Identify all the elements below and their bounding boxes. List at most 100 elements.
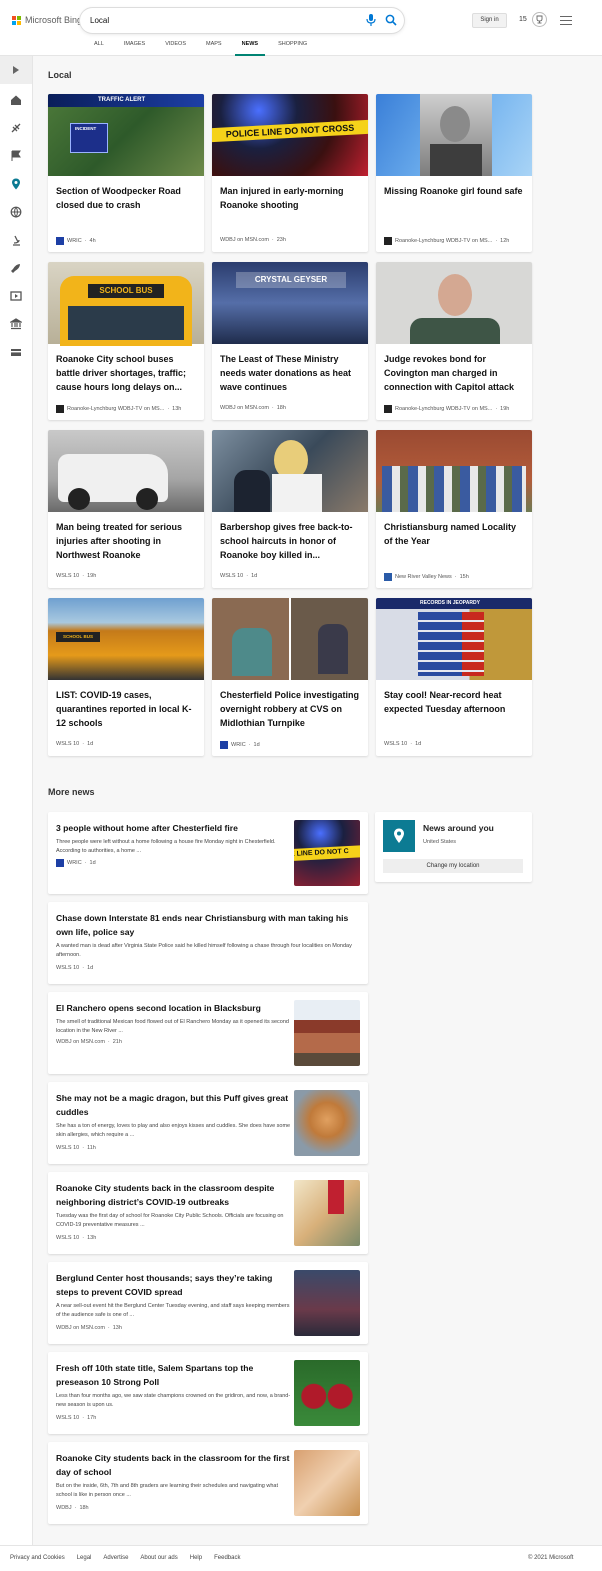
search-icon[interactable] <box>385 14 397 26</box>
flag-icon[interactable] <box>10 150 22 162</box>
hamburger-menu-icon[interactable] <box>560 16 572 26</box>
microphone-icon[interactable] <box>366 14 376 26</box>
card-title[interactable]: Chesterfield Police investigating overni… <box>220 688 360 730</box>
traffic-alert-label: TRAFFIC ALERT <box>98 97 146 103</box>
news-row[interactable]: She may not be a magic dragon, but this … <box>48 1082 368 1164</box>
card-title[interactable]: LIST: COVID-19 cases, quarantines report… <box>56 688 196 730</box>
row-thumbnail-classroom <box>294 1180 360 1246</box>
card-title[interactable]: Judge revokes bond for Covington man cha… <box>384 352 524 394</box>
news-card[interactable]: Man being treated for serious injuries a… <box>48 430 204 588</box>
card-source: New River Valley News · 15h <box>384 573 469 581</box>
row-description: The smell of traditional Mexican food fl… <box>56 1019 289 1034</box>
rewards-trophy-icon[interactable] <box>532 12 547 27</box>
rewards-points[interactable]: 15 <box>519 16 527 23</box>
tab-all[interactable]: ALL <box>84 41 114 55</box>
news-row[interactable]: Fresh off 10th state title, Salem Sparta… <box>48 1352 368 1434</box>
footer-link-help[interactable]: Help <box>190 1555 202 1561</box>
news-row[interactable]: El Ranchero opens second location in Bla… <box>48 992 368 1074</box>
row-title[interactable]: 3 people without home after Chesterfield… <box>56 821 292 835</box>
card-title[interactable]: Man injured in early-morning Roanoke sho… <box>220 184 360 212</box>
news-card[interactable]: Christiansburg named Locality of the Yea… <box>376 430 532 588</box>
card-title[interactable]: Section of Woodpecker Road closed due to… <box>56 184 196 212</box>
news-card[interactable]: RECORDS IN JEOPARDY Stay cool! Near-reco… <box>376 598 532 756</box>
tab-images[interactable]: IMAGES <box>114 41 155 55</box>
row-source: WSLS 10 · 11h <box>56 1145 96 1151</box>
row-title[interactable]: Berglund Center host thousands; says the… <box>56 1271 292 1299</box>
thumbnail-school-buses: SCHOOL BUS <box>48 598 204 680</box>
row-thumbnail-cat <box>294 1090 360 1156</box>
news-card[interactable]: SCHOOL BUS Roanoke City school buses bat… <box>48 262 204 420</box>
tab-news[interactable]: NEWS <box>232 41 269 56</box>
footer-link-advertise[interactable]: Advertise <box>103 1555 128 1561</box>
card-title[interactable]: The Least of These Ministry needs water … <box>220 352 360 394</box>
records-in-jeopardy-label: RECORDS IN JEOPARDY <box>376 598 532 609</box>
news-row[interactable]: Chase down Interstate 81 ends near Chris… <box>48 902 368 984</box>
footer-link-legal[interactable]: Legal <box>77 1555 92 1561</box>
wdbj-logo-icon <box>384 237 392 245</box>
row-thumbnail-hand <box>294 1450 360 1516</box>
crystal-geyser-label: CRYSTAL GEYSER <box>236 272 346 288</box>
more-news-title: More news <box>48 787 95 797</box>
card-title[interactable]: Roanoke City school buses battle driver … <box>56 352 196 394</box>
rail-expand[interactable] <box>0 56 32 84</box>
row-description: Less than four months ago, we saw state … <box>56 1393 291 1408</box>
footer-link-about-ads[interactable]: About our ads <box>140 1555 177 1561</box>
news-card[interactable]: POLICE LINE DO NOT CROSS Man injured in … <box>212 94 368 252</box>
globe-icon[interactable] <box>10 206 22 218</box>
satellite-icon[interactable] <box>10 122 22 134</box>
row-source: WRIC · 1d <box>56 859 96 867</box>
row-source: WSLS 10 · 1d <box>56 965 94 971</box>
news-card[interactable]: Chesterfield Police investigating overni… <box>212 598 368 756</box>
location-pin-icon[interactable] <box>10 178 22 190</box>
bing-logo[interactable]: Microsoft Bing <box>12 15 82 25</box>
rocket-icon[interactable] <box>10 262 22 274</box>
row-title[interactable]: Chase down Interstate 81 ends near Chris… <box>56 911 361 939</box>
card-source: Roanoke-Lynchburg WDBJ-TV on MS... · 13h <box>56 405 181 413</box>
row-title[interactable]: El Ranchero opens second location in Bla… <box>56 1001 292 1015</box>
tab-shopping[interactable]: SHOPPING <box>268 41 317 55</box>
tab-videos[interactable]: VIDEOS <box>155 41 196 55</box>
row-title[interactable]: Roanoke City students back in the classr… <box>56 1451 292 1479</box>
row-title[interactable]: Fresh off 10th state title, Salem Sparta… <box>56 1361 292 1389</box>
school-bus-label: SCHOOL BUS <box>88 284 164 298</box>
card-icon[interactable] <box>10 346 22 358</box>
news-row[interactable]: Berglund Center host thousands; says the… <box>48 1262 368 1344</box>
news-card[interactable]: Barbershop gives free back-to-school hai… <box>212 430 368 588</box>
thumbnail-school-bus: SCHOOL BUS <box>48 262 204 346</box>
police-tape-label: POLICE LINE DO NOT CROSS <box>212 119 368 143</box>
news-card[interactable]: TRAFFIC ALERT INCIDENT Section of Woodpe… <box>48 94 204 252</box>
card-title[interactable]: Missing Roanoke girl found safe <box>384 184 524 198</box>
footer-link-privacy[interactable]: Privacy and Cookies <box>10 1555 65 1561</box>
row-thumbnail-arena <box>294 1270 360 1336</box>
card-title[interactable]: Christiansburg named Locality of the Yea… <box>384 520 524 548</box>
card-source: WSLS 10 · 1d <box>384 741 422 747</box>
thumbnail-cvs-surveillance <box>212 598 368 680</box>
card-title[interactable]: Man being treated for serious injuries a… <box>56 520 196 562</box>
microscope-icon[interactable] <box>10 234 22 246</box>
row-title[interactable]: Roanoke City students back in the classr… <box>56 1181 292 1209</box>
news-row[interactable]: Roanoke City students back in the classr… <box>48 1442 368 1524</box>
wric-logo-icon <box>56 859 64 867</box>
card-title[interactable]: Barbershop gives free back-to-school hai… <box>220 520 360 562</box>
search-input[interactable]: Local <box>80 8 404 33</box>
row-title[interactable]: She may not be a magic dragon, but this … <box>56 1091 292 1119</box>
home-icon[interactable] <box>10 94 22 106</box>
news-card[interactable]: SCHOOL BUS LIST: COVID-19 cases, quarant… <box>48 598 204 756</box>
row-source: WDBJ · 18h <box>56 1505 89 1511</box>
wdbj-logo-icon <box>56 405 64 413</box>
row-thumbnail-helmets <box>294 1360 360 1426</box>
news-card[interactable]: Judge revokes bond for Covington man cha… <box>376 262 532 420</box>
news-row[interactable]: 3 people without home after Chesterfield… <box>48 812 368 894</box>
row-description: A near sell-out event hit the Berglund C… <box>56 1303 290 1318</box>
change-location-button[interactable]: Change my location <box>383 859 523 873</box>
news-card[interactable]: CRYSTAL GEYSER The Least of These Minist… <box>212 262 368 420</box>
card-title[interactable]: Stay cool! Near-record heat expected Tue… <box>384 688 524 716</box>
sign-in-button[interactable]: Sign in <box>472 13 507 28</box>
news-row[interactable]: Roanoke City students back in the classr… <box>48 1172 368 1254</box>
bank-icon[interactable] <box>10 318 22 330</box>
news-around-you-panel: News around you United States Change my … <box>375 812 532 882</box>
tab-maps[interactable]: MAPS <box>196 41 232 55</box>
news-card[interactable]: Missing Roanoke girl found safe Roanoke-… <box>376 94 532 252</box>
video-icon[interactable] <box>10 290 22 302</box>
footer-link-feedback[interactable]: Feedback <box>214 1555 240 1561</box>
